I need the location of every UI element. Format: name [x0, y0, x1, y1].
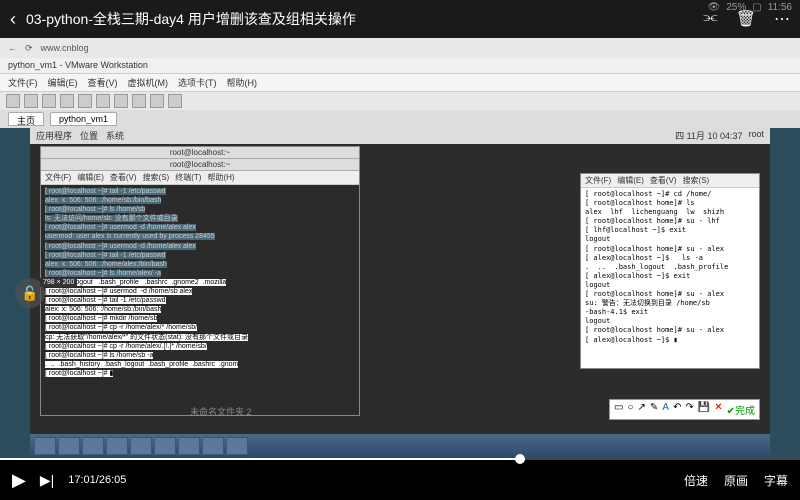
battery-icon: ▢: [752, 2, 761, 13]
speed-button[interactable]: 倍速: [684, 472, 708, 489]
redo-icon: ↷: [685, 402, 693, 417]
term1-output[interactable]: [ root@localhost ~]# tail -1 /etc/passwd…: [41, 185, 359, 415]
arrow-icon: ↗: [638, 402, 646, 417]
progress-thumb[interactable]: [515, 454, 525, 464]
dimension-badge: 798 × 200: [40, 278, 77, 287]
play-button[interactable]: ▶: [12, 470, 26, 491]
apps-menu[interactable]: 应用程序: [36, 129, 72, 143]
tab-home: 主页: [8, 112, 44, 126]
circle-icon: ○: [627, 402, 633, 417]
windows-taskbar[interactable]: [30, 434, 770, 458]
save-icon: 💾: [698, 402, 710, 417]
date: 四 11月 10 04:37: [675, 129, 742, 143]
subtitle-button[interactable]: 字幕: [764, 472, 788, 489]
vm-toolbar[interactable]: [0, 92, 800, 110]
tab-vm1: python_vm1: [50, 112, 117, 126]
next-button[interactable]: ▶|: [40, 472, 54, 489]
term2-menu[interactable]: 文件(F)编辑(E)查看(V)搜索(S): [581, 174, 759, 188]
browser-bar: ←⟳www.cnblog: [0, 38, 800, 58]
rect-icon: ▭: [614, 402, 623, 417]
vm-window-title: python_vm1 - VMware Workstation: [0, 58, 800, 74]
term2-output[interactable]: [ root@localhost ~]# cd /home/ [ root@lo…: [581, 188, 759, 368]
back-icon[interactable]: ‹: [10, 9, 16, 30]
battery-pct: 25%: [726, 2, 746, 13]
brush-icon: ✎: [650, 402, 658, 417]
system-menu[interactable]: 系统: [106, 129, 124, 143]
annotation-toolbar[interactable]: ▭ ○ ↗ ✎ A ↶ ↷ 💾 ✕ ✔完成: [609, 399, 760, 420]
vm-menu[interactable]: 文件(F)编辑(E)查看(V) 虚拟机(M)选项卡(T)帮助(H): [0, 74, 800, 92]
terminal-1[interactable]: root@localhost:~ root@localhost:~ 文件(F)编…: [40, 146, 360, 416]
text-icon: A: [662, 402, 669, 417]
terminal-2[interactable]: 文件(F)编辑(E)查看(V)搜索(S) [ root@localhost ~]…: [580, 173, 760, 369]
term1-subtitle: root@localhost:~: [41, 159, 359, 171]
user[interactable]: root: [748, 129, 764, 143]
vm-tabs[interactable]: 主页 python_vm1: [0, 110, 800, 128]
places-menu[interactable]: 位置: [80, 129, 98, 143]
progress-bar[interactable]: [0, 458, 800, 460]
term1-title: root@localhost:~: [41, 147, 359, 159]
close-icon: ✕: [714, 402, 722, 417]
folder-label: 未命名文件夹 2: [190, 405, 252, 418]
start-button: [34, 437, 56, 455]
video-title: 03-python-全栈三期-day4 用户增删该查及组相关操作: [26, 9, 693, 29]
time-display: 17:01/26:05: [68, 474, 126, 486]
undo-icon: ↶: [673, 402, 681, 417]
quality-button[interactable]: 原画: [724, 472, 748, 489]
clock: 11:56: [768, 2, 792, 13]
done-button: ✔完成: [727, 402, 755, 417]
eye-icon: 👁: [708, 2, 721, 13]
term1-menu[interactable]: 文件(F)编辑(E)查看(V) 搜索(S)终端(T)帮助(H): [41, 171, 359, 185]
